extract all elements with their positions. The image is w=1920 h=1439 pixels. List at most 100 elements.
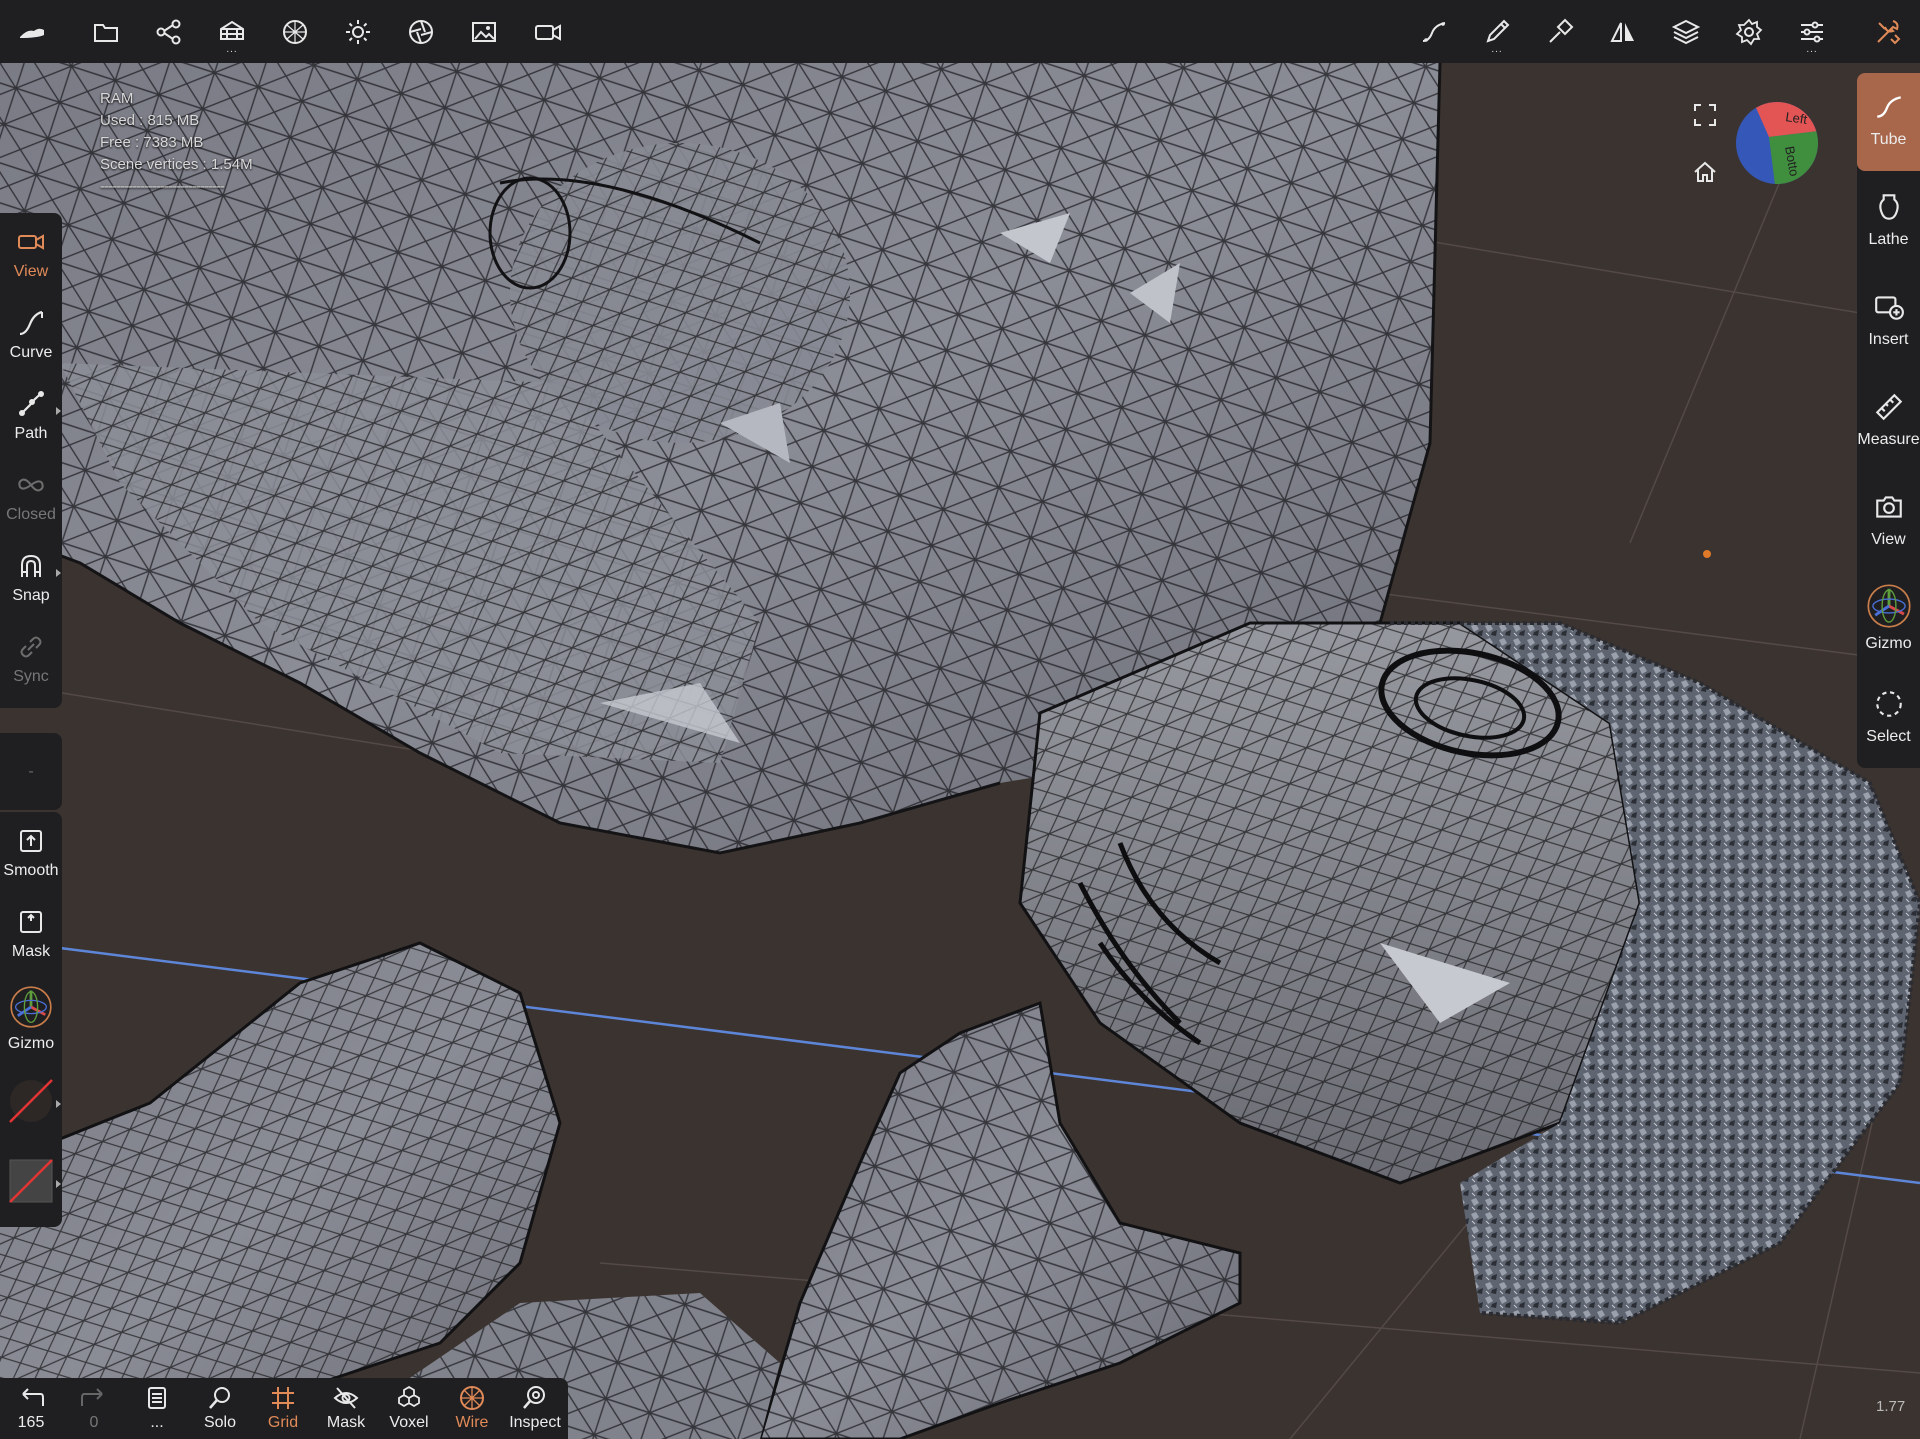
submenu-arrow-icon	[56, 1180, 61, 1188]
color-swatch[interactable]	[0, 1144, 62, 1224]
redo-icon	[81, 1388, 103, 1406]
tool-snap[interactable]: Snap	[0, 537, 62, 618]
solo-button[interactable]: Solo	[189, 1378, 251, 1439]
select-icon	[1875, 691, 1902, 717]
wireframe-sculpt-scene[interactable]	[0, 63, 1920, 1439]
voxel-button[interactable]: Voxel	[378, 1378, 440, 1439]
tool-label: Closed	[6, 505, 56, 523]
folder-icon[interactable]	[82, 8, 130, 56]
solo-label: Solo	[203, 1414, 237, 1431]
tool-measure[interactable]: Measure	[1857, 391, 1920, 449]
tool-view[interactable]: View	[1857, 491, 1920, 549]
left-toolbar-lower: Smooth Mask Gizmo	[0, 812, 62, 1227]
link-icon	[20, 636, 42, 657]
sliders-icon[interactable]: ...	[1788, 8, 1836, 56]
light-icon[interactable]	[334, 8, 382, 56]
stroke-icon[interactable]	[1410, 8, 1458, 56]
tool-closed[interactable]: Closed	[0, 456, 62, 537]
voxel-label: Voxel	[389, 1414, 429, 1431]
fullscreen-button[interactable]	[1688, 98, 1722, 132]
smooth-icon	[20, 829, 42, 852]
tools-icon[interactable]	[1864, 8, 1912, 56]
tool-smooth[interactable]: Smooth	[0, 812, 62, 893]
top-toolbar: ... ... ...	[0, 0, 1920, 63]
tool-label: View	[1871, 531, 1906, 548]
3d-viewport[interactable]	[0, 63, 1920, 1439]
tool-label: Sync	[13, 667, 49, 685]
wire-button[interactable]: Wire	[441, 1378, 503, 1439]
material-icon[interactable]	[271, 8, 319, 56]
tool-tube[interactable]: Tube	[1857, 73, 1920, 171]
tool-gizmo[interactable]: Gizmo	[1857, 583, 1920, 653]
camera-icon	[1875, 496, 1902, 518]
ram-used: Used : 815 MB	[100, 112, 200, 129]
tool-insert[interactable]: Insert	[1857, 291, 1920, 349]
grid-label: Grid	[267, 1414, 299, 1431]
submenu-arrow-icon	[56, 407, 61, 415]
insert-icon	[1874, 296, 1904, 320]
brush-icon[interactable]: ...	[1473, 8, 1521, 56]
redo-button[interactable]: 0	[63, 1378, 125, 1439]
redo-count: 0	[89, 1414, 99, 1431]
gizmo-icon	[1866, 584, 1911, 628]
inspect-button[interactable]: Inspect	[504, 1378, 566, 1439]
wire-label: Wire	[455, 1414, 489, 1431]
tool-sync[interactable]: Sync	[0, 618, 62, 699]
tool-label: Insert	[1868, 331, 1909, 348]
tool-hammer-icon[interactable]	[1536, 8, 1584, 56]
right-toolbar: Tube Lathe Insert Measure View Gizmo Sel…	[1857, 73, 1920, 768]
undo-button[interactable]: 165	[0, 1378, 62, 1439]
left-toolbar: View Curve Path Closed Snap Sync	[0, 213, 62, 708]
ram-label: RAM	[100, 90, 134, 107]
tool-lathe[interactable]: Lathe	[1857, 191, 1920, 249]
more-dots: ...	[1491, 44, 1503, 55]
video-camera-icon	[18, 233, 44, 250]
tool-label: Gizmo	[7, 1035, 55, 1052]
history-icon	[148, 1387, 166, 1409]
inspect-label: Inspect	[509, 1414, 561, 1431]
scene-tree-icon[interactable]	[145, 8, 193, 56]
infinity-icon	[18, 478, 44, 491]
ram-free: Free : 7383 MB	[100, 134, 204, 151]
more-dots: ...	[226, 44, 238, 55]
tool-mask[interactable]: Mask	[0, 893, 62, 974]
wireframe-icon	[460, 1386, 484, 1410]
tool-path[interactable]: Path	[0, 375, 62, 456]
layers-icon[interactable]	[1662, 8, 1710, 56]
postprocess-icon[interactable]	[397, 8, 445, 56]
tool-curve[interactable]: Curve	[0, 294, 62, 375]
tool-label: Lathe	[1868, 231, 1909, 248]
background-image-icon[interactable]	[460, 8, 508, 56]
material-swatch[interactable]	[0, 1064, 62, 1144]
app-logo-icon[interactable]	[8, 8, 56, 56]
voxel-icon	[398, 1385, 420, 1408]
tool-label: Measure	[1857, 431, 1920, 448]
tool-view[interactable]: View	[0, 213, 62, 294]
fps-readout: 1.77	[1876, 1398, 1906, 1415]
material-sphere-icon	[9, 1079, 53, 1123]
expand-icon	[1694, 104, 1716, 126]
mask-icon	[20, 910, 42, 933]
history-button[interactable]: ...	[126, 1378, 188, 1439]
tube-icon	[1876, 96, 1901, 118]
home-view-button[interactable]	[1688, 155, 1722, 189]
bottom-toolbar: 165 0 ... Solo Grid Mask Voxel Wire Insp…	[0, 1378, 568, 1439]
tool-label: Mask	[11, 942, 51, 960]
grid-button[interactable]: Grid	[252, 1378, 314, 1439]
tool-select[interactable]: Select	[1857, 688, 1920, 746]
mask-label: Mask	[326, 1414, 366, 1431]
mask-visibility-button[interactable]: Mask	[315, 1378, 377, 1439]
gizmo-icon	[10, 986, 52, 1028]
tool-label: Path	[14, 424, 48, 442]
home-icon	[1694, 161, 1716, 182]
tool-label: Curve	[9, 343, 53, 361]
grid-icon	[272, 1387, 294, 1409]
tool-gizmo[interactable]: Gizmo	[0, 974, 62, 1064]
inspect-icon	[523, 1386, 545, 1409]
camera-icon[interactable]	[524, 8, 572, 56]
symmetry-icon[interactable]	[1599, 8, 1647, 56]
view-cube[interactable]: Left Botto	[1735, 101, 1819, 185]
settings-icon[interactable]	[1725, 8, 1773, 56]
primitives-icon[interactable]: ...	[208, 8, 256, 56]
submenu-arrow-icon	[56, 569, 61, 577]
